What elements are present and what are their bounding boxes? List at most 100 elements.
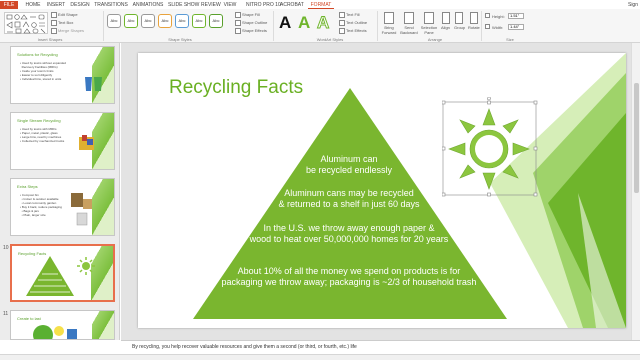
- thumbnail-line: • Collected by mechanized trucks: [20, 139, 65, 143]
- sun-icon[interactable]: [442, 97, 538, 199]
- slide-thumbnail[interactable]: Create to last: [10, 310, 115, 340]
- send-backward-icon: [404, 12, 414, 24]
- thumbnail-line: • Individual bins, stored in units: [20, 77, 62, 81]
- slide-number: 10: [3, 245, 9, 251]
- merge-shapes-button[interactable]: Merge Shapes: [58, 28, 84, 33]
- height-input[interactable]: 1.51": [508, 13, 524, 19]
- slide[interactable]: Recycling Facts Aluminum can be recycled…: [138, 53, 626, 328]
- size-group-label: Size: [506, 37, 514, 42]
- text-fill-icon: [339, 12, 345, 18]
- text-box-button[interactable]: Text Box: [58, 20, 73, 25]
- height-icon: [485, 13, 490, 18]
- height-label: Height:: [492, 14, 505, 19]
- slide-thumbnail[interactable]: Single Stream Recycling • Used by towns …: [10, 112, 115, 170]
- align-icon: [442, 12, 450, 24]
- ribbon-separator: [273, 11, 274, 41]
- tab-design[interactable]: DESIGN: [70, 1, 90, 9]
- vertical-scrollbar[interactable]: [631, 43, 640, 340]
- status-bar: [0, 354, 640, 360]
- insert-shapes-group-label: Insert Shapes: [37, 37, 63, 42]
- shape-style-4[interactable]: Abc: [158, 14, 172, 28]
- shape-style-2[interactable]: Abc: [124, 14, 138, 28]
- thumbnail-title: Single Stream Recycling: [17, 118, 61, 123]
- notes-pane[interactable]: By recycling, you help recover valuable …: [121, 340, 640, 354]
- ribbon-tabs: FILE HOME INSERT DESIGN TRANSITIONS ANIM…: [0, 0, 640, 9]
- shape-outline-icon: [235, 20, 241, 26]
- sign-in-link[interactable]: Sign: [626, 1, 640, 9]
- selection-pane-button[interactable]: Selection Pane: [420, 25, 438, 35]
- shape-effects-icon: [235, 28, 241, 34]
- bring-forward-icon: [384, 12, 394, 24]
- shape-style-3[interactable]: Abc: [141, 14, 155, 28]
- align-button[interactable]: Align: [441, 25, 450, 30]
- compost-icon: [71, 193, 92, 226]
- slide-thumbnail[interactable]: Solutions for Recycling • Used by towns …: [10, 46, 115, 104]
- fact-3-text: In the U.S. we throw away enough paper &…: [249, 223, 449, 244]
- width-label: Width:: [492, 25, 504, 30]
- tab-nitro-pro[interactable]: NITRO PRO 10: [246, 1, 281, 9]
- thumbnail-title: Extra Steps: [17, 184, 38, 189]
- tab-file[interactable]: FILE: [0, 1, 18, 9]
- text-box-icon: [51, 20, 57, 26]
- send-backward-button[interactable]: Send Backward: [400, 25, 418, 35]
- fact-4[interactable]: About 10% of all the money we spend on p…: [214, 266, 484, 288]
- width-input[interactable]: 1.44": [508, 24, 524, 30]
- text-effects-icon: [339, 28, 345, 34]
- edit-shape-icon: [51, 12, 57, 18]
- thumbnail-background-stripe: [92, 311, 114, 339]
- tab-slide-show[interactable]: SLIDE SHOW: [168, 1, 199, 9]
- tab-transitions[interactable]: TRANSITIONS: [94, 1, 128, 9]
- ribbon: Edit Shape Text Box Merge Shapes Insert …: [0, 9, 640, 43]
- text-outline-button[interactable]: Text Outline: [346, 20, 367, 25]
- notes-text[interactable]: By recycling, you help recover valuable …: [132, 344, 357, 350]
- shape-style-7[interactable]: Abc: [209, 14, 223, 28]
- slide-canvas: Recycling Facts Aluminum can be recycled…: [121, 43, 640, 340]
- text-outline-icon: [339, 20, 345, 26]
- tab-format[interactable]: FORMAT: [308, 1, 334, 9]
- thumbnail-title: Solutions for Recycling: [17, 52, 58, 57]
- wordart-style-1[interactable]: A: [279, 14, 291, 32]
- thumbnail-text: • Used by towns with MRFs • Paper, metal…: [20, 127, 64, 143]
- ribbon-separator: [377, 11, 378, 41]
- shape-effects-button[interactable]: Shape Effects: [242, 28, 267, 33]
- wordart-style-2[interactable]: A: [298, 14, 310, 32]
- trash-icon: [79, 135, 94, 150]
- tab-view[interactable]: VIEW: [223, 1, 237, 9]
- slide-thumbnail[interactable]: Extra Steps • Compost bin • Indoor & out…: [10, 178, 115, 236]
- group-button[interactable]: Group: [454, 25, 465, 30]
- rotate-button[interactable]: Rotate: [468, 25, 480, 30]
- scrollbar-thumb[interactable]: [634, 83, 639, 193]
- tab-acrobat[interactable]: ACROBAT: [280, 1, 304, 9]
- text-fill-button[interactable]: Text Fill: [346, 12, 360, 17]
- ribbon-separator: [481, 11, 482, 41]
- shape-styles-group-label: Shape Styles: [168, 37, 192, 42]
- width-icon: [485, 24, 490, 29]
- ribbon-separator: [103, 11, 104, 41]
- fact-4-text: About 10% of all the money we spend on p…: [221, 266, 477, 287]
- arrange-group-label: Arrange: [427, 37, 443, 42]
- shape-style-6[interactable]: Abc: [192, 14, 206, 28]
- wordart-styles-group-label: WordArt Styles: [316, 37, 344, 42]
- shape-gallery[interactable]: [4, 12, 48, 34]
- fact-2[interactable]: Aluminum cans may be recycled & returned…: [264, 188, 434, 210]
- tab-home[interactable]: HOME: [24, 1, 42, 9]
- slide-thumbnail-selected[interactable]: Recycling Facts: [10, 244, 115, 302]
- thumbnail-line: • Plain, larger size: [20, 213, 46, 217]
- group-icon: [455, 12, 463, 24]
- bring-forward-button[interactable]: Bring Forward: [380, 25, 398, 35]
- fact-3[interactable]: In the U.S. we throw away enough paper &…: [244, 223, 454, 245]
- fact-1[interactable]: Aluminum can be recycled endlessly: [289, 154, 409, 176]
- shape-fill-button[interactable]: Shape Fill: [242, 12, 260, 17]
- shape-style-5[interactable]: Abc: [175, 14, 189, 28]
- powerpoint-window: FILE HOME INSERT DESIGN TRANSITIONS ANIM…: [0, 0, 640, 360]
- tab-review[interactable]: REVIEW: [201, 1, 221, 9]
- wordart-style-3[interactable]: A: [316, 13, 329, 32]
- thumbnail-text: • Compost bin • Indoor & outdoor availab…: [20, 193, 62, 217]
- rotate-icon: [470, 12, 478, 24]
- shape-outline-button[interactable]: Shape Outline: [242, 20, 267, 25]
- edit-shape-button[interactable]: Edit Shape: [58, 12, 78, 17]
- tab-insert[interactable]: INSERT: [46, 1, 66, 9]
- shape-style-1[interactable]: Abc: [107, 14, 121, 28]
- tab-animations[interactable]: ANIMATIONS: [131, 1, 165, 9]
- text-effects-button[interactable]: Text Effects: [346, 28, 367, 33]
